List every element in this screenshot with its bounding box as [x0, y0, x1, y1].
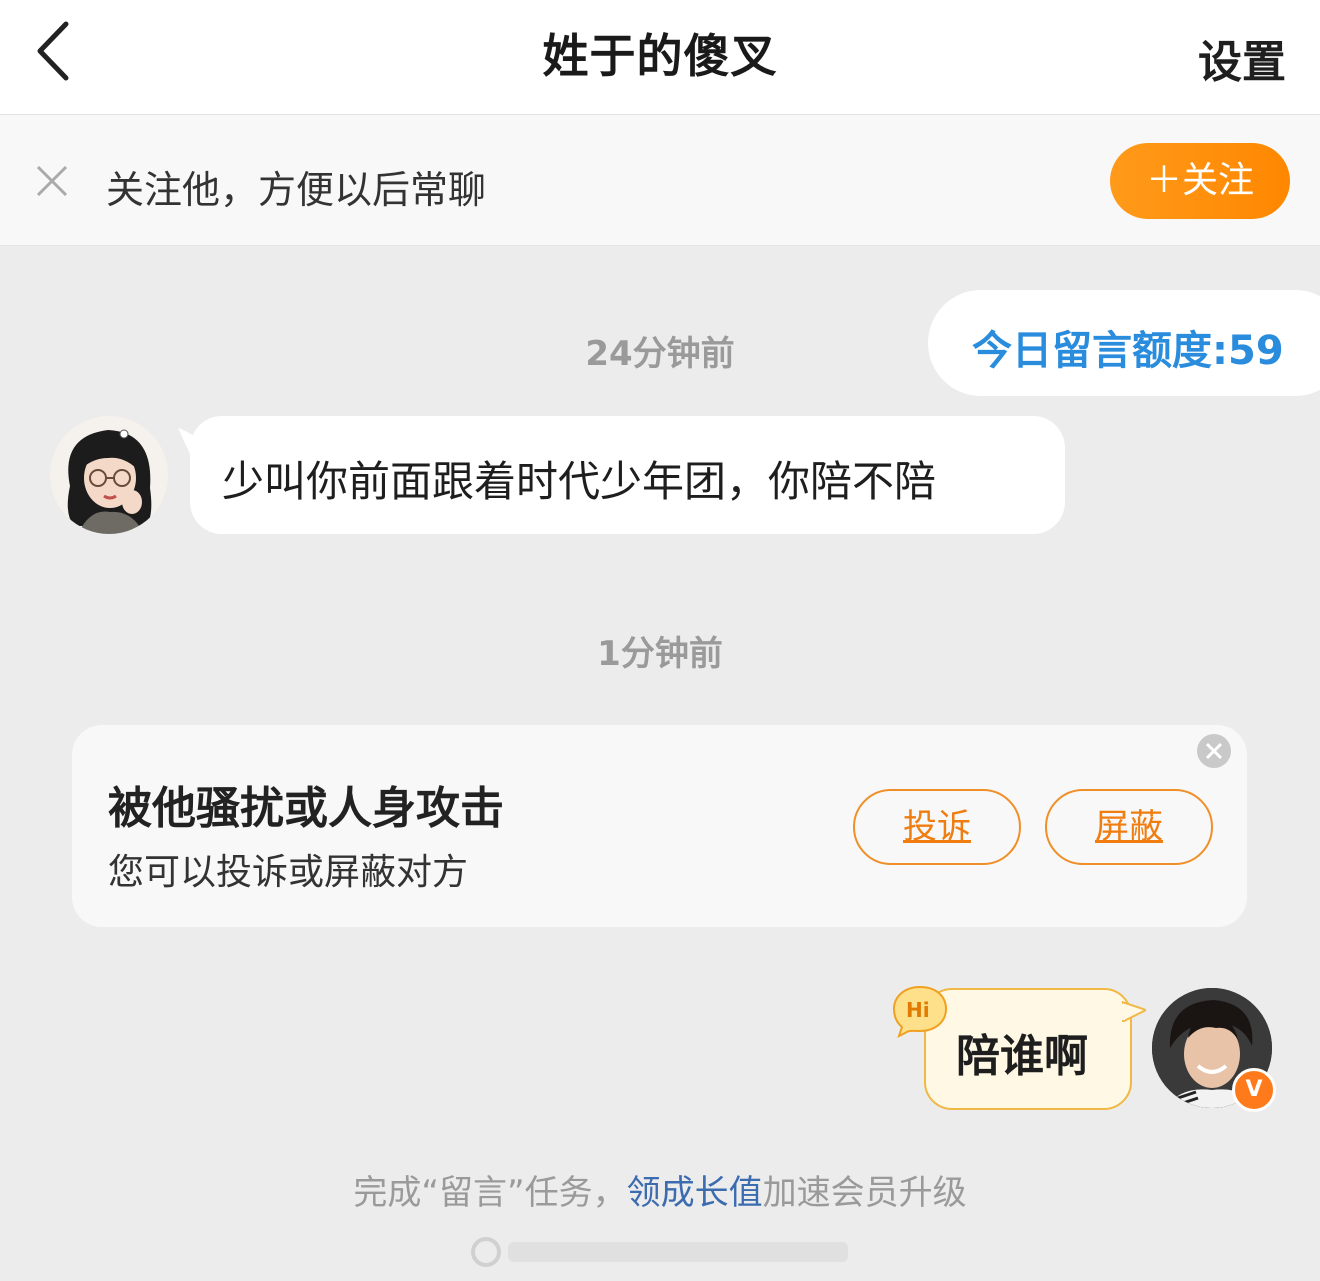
verified-badge-icon: V — [1232, 1068, 1276, 1112]
watermark — [471, 1237, 848, 1267]
outgoing-message-text: 陪谁啊 — [956, 1031, 1088, 1082]
close-notice-button[interactable] — [1196, 733, 1232, 769]
harassment-notice-title: 被他骚扰或人身攻击 — [108, 783, 504, 834]
follow-button[interactable]: ＋关注 — [1110, 143, 1290, 219]
top-bar: 姓于的傻叉 设置 — [0, 0, 1320, 115]
message-timestamp: 24分钟前 — [585, 334, 735, 374]
sender-avatar[interactable] — [50, 416, 168, 534]
hi-badge-label: Hi — [906, 998, 930, 1022]
close-circle-icon — [1197, 734, 1231, 768]
incoming-message-text: 少叫你前面跟着时代少年团，你陪不陪 — [222, 457, 937, 506]
girl-avatar-illustration — [50, 416, 168, 534]
block-button[interactable]: 屏蔽 — [1045, 789, 1213, 865]
hi-badge: Hi — [891, 984, 949, 1038]
hi-speech-icon: Hi — [892, 985, 948, 1038]
message-timestamp: 1分钟前 — [597, 634, 723, 674]
close-icon — [36, 165, 68, 197]
task-tip-prefix: 完成“留言”任务， — [353, 1173, 627, 1213]
settings-button[interactable]: 设置 — [1198, 26, 1286, 90]
page-title: 姓于的傻叉 — [542, 29, 778, 83]
dismiss-follow-button[interactable] — [34, 163, 70, 199]
report-button[interactable]: 投诉 — [853, 789, 1021, 865]
follow-prompt-text: 关注他，方便以后常聊 — [106, 168, 487, 212]
harassment-notice-subtitle: 您可以投诉或屏蔽对方 — [108, 852, 469, 893]
task-tip-suffix: 加速会员升级 — [762, 1173, 967, 1213]
bubble-tail — [1122, 1000, 1146, 1022]
growth-value-link[interactable]: 领成长值 — [627, 1173, 763, 1213]
task-tip: 完成“留言”任务，领成长值加速会员升级 — [0, 1165, 1320, 1214]
